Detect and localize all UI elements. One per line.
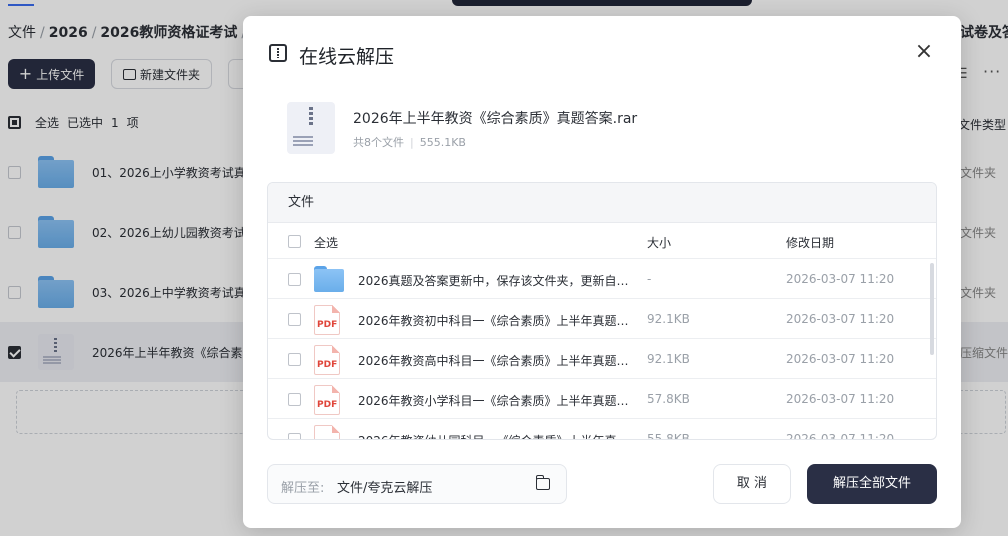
archive-file-size: -: [647, 272, 652, 286]
file-list-header: 全选 大小 修改日期: [268, 223, 936, 259]
rar-file-icon: [287, 102, 335, 154]
archive-size: 555.1KB: [419, 136, 466, 149]
pdf-icon: PDF: [314, 385, 340, 415]
column-size: 大小: [647, 236, 672, 250]
archive-file-date: 2026-03-07 11:20: [786, 272, 895, 286]
cancel-button[interactable]: 取 消: [713, 464, 791, 504]
file-list-scrollbar[interactable]: [930, 263, 934, 355]
column-select-all[interactable]: 全选: [314, 234, 338, 251]
archive-file-size: 92.1KB: [647, 352, 690, 366]
archive-file-name: 2026年教资幼儿园科目一《综合素质》上半年真题…: [358, 432, 634, 439]
archive-file-date: 2026-03-07 11:20: [786, 392, 895, 406]
archive-file-size: 57.8KB: [647, 392, 690, 406]
archive-file-row[interactable]: 2026真题及答案更新中，保存该文件夹，更新自动… - 2026-03-07 1…: [268, 259, 936, 299]
close-icon[interactable]: ×: [913, 41, 935, 64]
archive-icon: [269, 44, 287, 62]
archive-file-row[interactable]: PDF 2026年教资幼儿园科目一《综合素质》上半年真题… 55.8KB 202…: [268, 419, 936, 440]
select-all-checkbox[interactable]: [288, 235, 301, 248]
archive-file-date: 2026-03-07 11:20: [786, 352, 895, 366]
folder-icon: [314, 266, 344, 292]
row-checkbox[interactable]: [288, 353, 301, 366]
archive-file-count: 共8个文件: [353, 136, 404, 149]
extract-destination-field[interactable]: 解压至: 文件/夸克云解压: [267, 464, 567, 504]
archive-file-name: 2026真题及答案更新中，保存该文件夹，更新自动…: [358, 274, 634, 288]
archive-file-name: 2026年教资小学科目一《综合素质》上半年真题答…: [358, 394, 634, 408]
archive-file-name: 2026年教资高中科目一《综合素质》上半年真题答…: [358, 354, 634, 368]
archive-file-row[interactable]: PDF 2026年教资初中科目一《综合素质》上半年真题答… 92.1KB 202…: [268, 299, 936, 339]
dialog-title: 在线云解压: [299, 46, 395, 68]
archive-file-row[interactable]: PDF 2026年教资高中科目一《综合素质》上半年真题答… 92.1KB 202…: [268, 339, 936, 379]
pdf-icon: PDF: [314, 425, 340, 439]
archive-file-date: 2026-03-07 11:20: [786, 432, 895, 440]
archive-file-name: 2026年教资初中科目一《综合素质》上半年真题答…: [358, 314, 634, 328]
extract-all-button[interactable]: 解压全部文件: [807, 464, 937, 504]
file-list-title: 文件: [268, 183, 936, 223]
pdf-icon: PDF: [314, 305, 340, 335]
destination-path: 文件/夸克云解压: [337, 481, 433, 496]
archive-name: 2026年上半年教资《综合素质》真题答案.rar: [353, 111, 638, 127]
column-modified: 修改日期: [786, 236, 835, 250]
archive-file-list: 文件 全选 大小 修改日期 2026真题及答案更新中，保存该文件夹，更新自动… …: [267, 182, 937, 440]
archive-file-date: 2026-03-07 11:20: [786, 312, 895, 326]
archive-file-size: 55.8KB: [647, 432, 690, 440]
archive-file-size: 92.1KB: [647, 312, 690, 326]
row-checkbox[interactable]: [288, 433, 301, 439]
row-checkbox[interactable]: [288, 313, 301, 326]
folder-browse-icon[interactable]: [536, 475, 550, 490]
row-checkbox[interactable]: [288, 273, 301, 286]
pdf-icon: PDF: [314, 345, 340, 375]
online-extract-dialog: 在线云解压 × 2026年上半年教资《综合素质》真题答案.rar 共8个文件 | 5…: [243, 16, 961, 528]
archive-meta: 共8个文件 | 555.1KB: [353, 136, 466, 149]
destination-label: 解压至:: [281, 481, 325, 496]
row-checkbox[interactable]: [288, 393, 301, 406]
archive-file-row[interactable]: PDF 2026年教资小学科目一《综合素质》上半年真题答… 57.8KB 202…: [268, 379, 936, 419]
